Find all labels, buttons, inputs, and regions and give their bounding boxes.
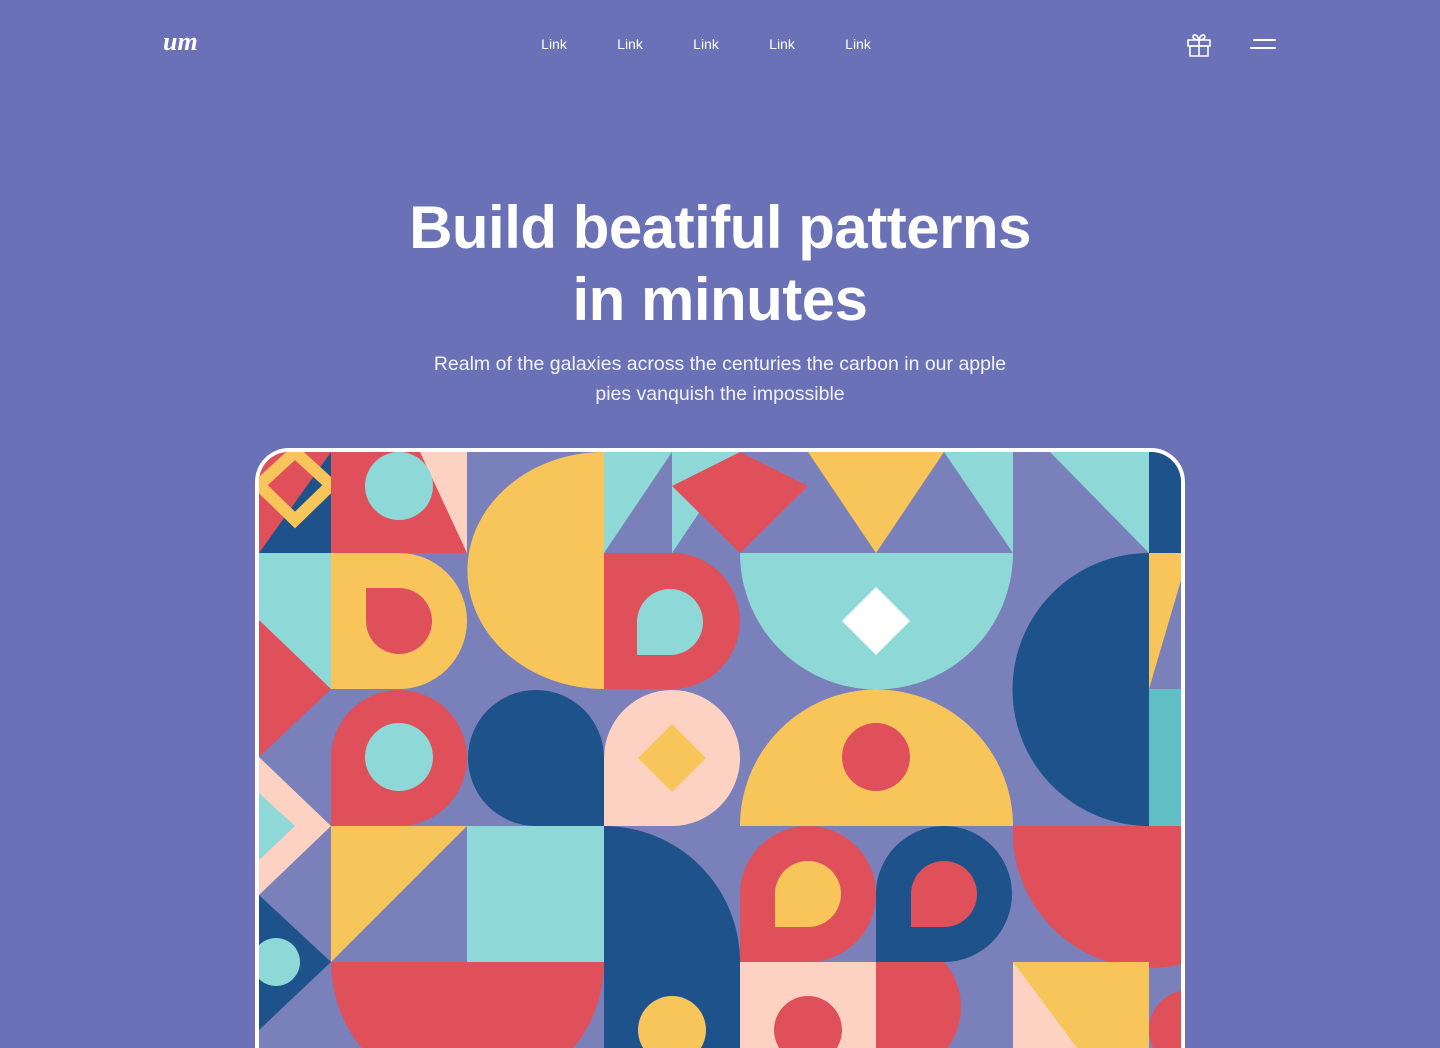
hero-subtitle: Realm of the galaxies across the centuri…: [410, 349, 1030, 409]
menu-icon[interactable]: [1248, 34, 1278, 56]
logo-text: um: [163, 28, 198, 56]
top-nav: um Link Link Link Link Link: [0, 0, 1440, 88]
hero-subtitle-line-2: pies vanquish the impossible: [595, 383, 845, 405]
gift-icon[interactable]: [1185, 31, 1213, 59]
hero-title-line-2: in minutes: [572, 266, 868, 333]
nav-link-5[interactable]: Link: [828, 36, 888, 52]
hero-subtitle-line-1: Realm of the galaxies across the centuri…: [433, 353, 1007, 375]
nav-link-3[interactable]: Link: [676, 36, 736, 52]
hero-title-line-1: Build beatiful patterns: [409, 194, 1031, 261]
nav-link-4[interactable]: Link: [752, 36, 812, 52]
nav-links: Link Link Link Link Link: [520, 36, 920, 56]
logo[interactable]: um: [163, 28, 211, 58]
nav-link-2[interactable]: Link: [600, 36, 660, 52]
hero-title: Build beatiful patterns in minutes: [320, 192, 1120, 336]
geometric-pattern: [259, 452, 1181, 1048]
nav-link-1[interactable]: Link: [524, 36, 584, 52]
pattern-preview: [255, 448, 1185, 1048]
